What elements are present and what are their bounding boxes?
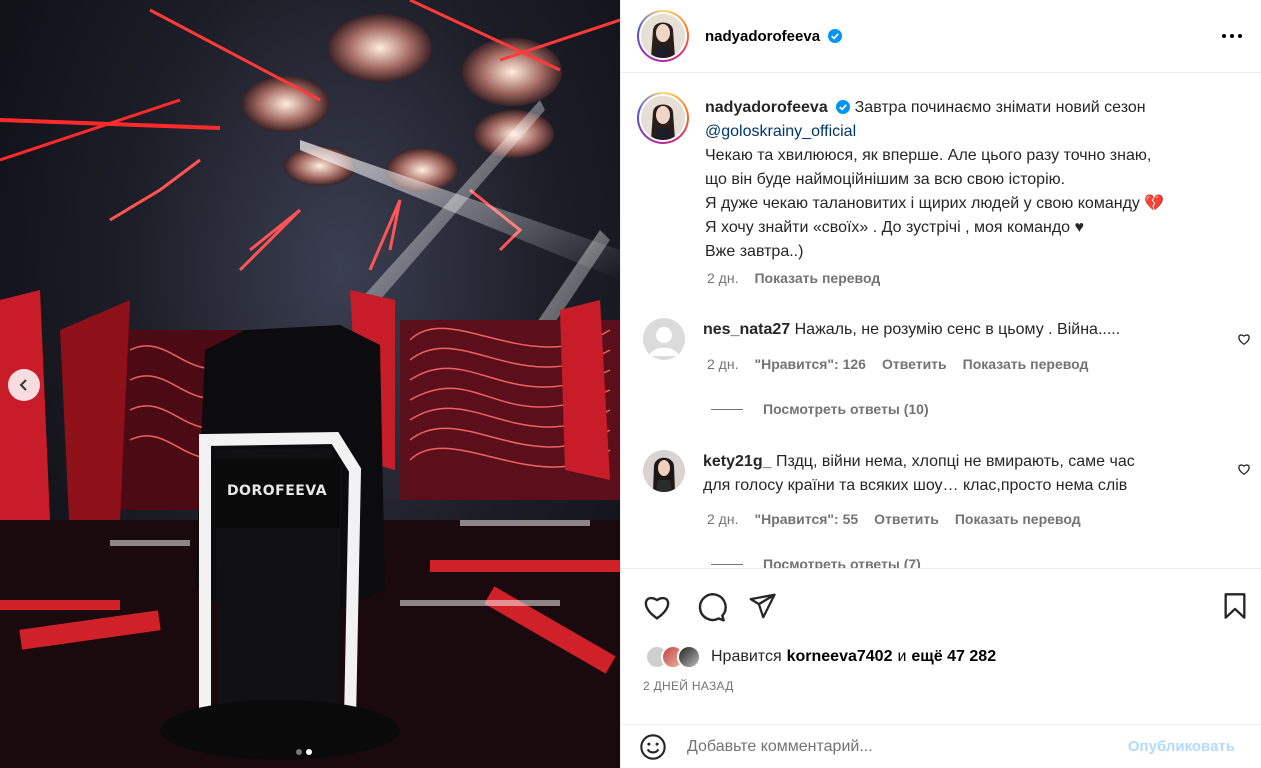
reply-button[interactable]: Ответить bbox=[874, 511, 939, 527]
default-avatar-icon bbox=[643, 318, 685, 360]
comment-bubble-icon[interactable] bbox=[695, 591, 727, 623]
previous-slide-button[interactable] bbox=[8, 369, 40, 401]
view-replies-button[interactable]: Посмотреть ответы (10) bbox=[711, 401, 929, 417]
comment-input[interactable] bbox=[687, 737, 1128, 756]
likes-and: и bbox=[897, 648, 907, 665]
likes-prefix: Нравится bbox=[711, 648, 782, 665]
comment-item: nes_nata27 Нажаль, не розумію сенс в цьо… bbox=[643, 318, 1120, 360]
comment-age[interactable]: 2 дн. bbox=[707, 356, 738, 372]
carousel-dot bbox=[296, 749, 302, 755]
caption-age[interactable]: 2 дн. bbox=[707, 270, 738, 286]
caption-translate-button[interactable]: Показать перевод bbox=[754, 270, 880, 286]
comment-item: kety21g_ Пздц, війни нема, хлопці не вми… bbox=[643, 450, 1135, 498]
caption-text: nadyadorofeeva Завтра починаємо знімати … bbox=[705, 96, 1245, 264]
liker-avatar bbox=[677, 645, 701, 669]
post-timestamp[interactable]: 2 ДНЕЙ НАЗАД bbox=[643, 679, 734, 693]
mention-link[interactable]: @goloskrainy_official bbox=[705, 123, 856, 140]
chevron-left-icon bbox=[19, 379, 27, 391]
caption: nadyadorofeeva Завтра починаємо знімати … bbox=[637, 92, 1245, 264]
save-bookmark-icon[interactable] bbox=[1221, 591, 1249, 621]
likes-summary[interactable]: Нравится korneeva7402 и ещё 47 282 bbox=[645, 645, 996, 669]
emoji-smiley-icon[interactable] bbox=[639, 733, 667, 761]
caption-line: Вже завтра..) bbox=[705, 243, 804, 260]
comment-text: nes_nata27 Нажаль, не розумію сенс в цьо… bbox=[703, 318, 1120, 360]
caption-line: Я хочу знайти «своїх» . До зустрічі , мо… bbox=[705, 219, 1085, 236]
comment-likes[interactable]: "Нравится": 55 bbox=[754, 511, 858, 527]
view-replies-label: Посмотреть ответы (7) bbox=[763, 556, 921, 568]
comment-body: Нажаль, не розумію сенс в цьому . Війна.… bbox=[794, 321, 1121, 338]
stage-photo bbox=[0, 0, 620, 768]
post-header: nadyadorofeeva bbox=[621, 0, 1261, 73]
author-username[interactable]: nadyadorofeeva bbox=[705, 28, 843, 45]
comment-text: kety21g_ Пздц, війни нема, хлопці не вми… bbox=[703, 450, 1135, 498]
comment-username[interactable]: kety21g_ bbox=[703, 453, 772, 470]
post-sidebar: nadyadorofeeva nadyadorofeeva Завтра поч… bbox=[620, 0, 1261, 768]
reply-button[interactable]: Ответить bbox=[882, 356, 947, 372]
caption-line: Завтра починаємо знімати новий сезон bbox=[854, 99, 1146, 116]
post-dialog: DOROFEEVA nadyadorofeeva nadyadorofeeva … bbox=[0, 0, 1261, 768]
verified-badge-icon bbox=[828, 28, 843, 43]
post-media[interactable]: DOROFEEVA bbox=[0, 0, 620, 768]
carousel-indicator bbox=[296, 749, 312, 755]
like-heart-icon[interactable] bbox=[641, 591, 673, 623]
translate-button[interactable]: Показать перевод bbox=[963, 356, 1089, 372]
avatar-photo bbox=[641, 96, 685, 140]
comment-body: Пздц, війни нема, хлопці не вмирають, са… bbox=[775, 453, 1135, 470]
caption-line: що він буде наймоційнішим за всю свою іс… bbox=[705, 171, 1066, 188]
comment-meta: 2 дн. "Нравится": 126 Ответить Показать … bbox=[707, 356, 1088, 372]
replies-divider bbox=[711, 408, 743, 410]
ellipsis-icon bbox=[1222, 34, 1242, 38]
liker-username[interactable]: korneeva7402 bbox=[787, 648, 893, 666]
caption-username[interactable]: nadyadorofeeva bbox=[705, 99, 828, 116]
avatar-photo bbox=[641, 14, 685, 58]
caption-author-avatar[interactable] bbox=[637, 92, 689, 144]
verified-badge-icon bbox=[836, 100, 851, 114]
comments-list[interactable]: nadyadorofeeva Завтра починаємо знімати … bbox=[621, 74, 1261, 568]
caption-line: Я дуже чекаю талановитих і щирих людей у… bbox=[705, 195, 1140, 212]
like-comment-heart-icon[interactable] bbox=[1237, 332, 1251, 346]
comment-avatar[interactable] bbox=[643, 318, 685, 360]
view-replies-button[interactable]: Посмотреть ответы (7) bbox=[711, 556, 921, 568]
more-options-button[interactable] bbox=[1221, 22, 1243, 45]
publish-button[interactable]: Опубликовать bbox=[1128, 738, 1235, 755]
avatar-photo bbox=[643, 450, 685, 492]
comment-likes[interactable]: "Нравится": 126 bbox=[754, 356, 865, 372]
author-avatar[interactable] bbox=[637, 10, 689, 62]
comment-age[interactable]: 2 дн. bbox=[707, 511, 738, 527]
broken-heart-emoji: 💔 bbox=[1144, 195, 1165, 212]
likes-count[interactable]: ещё 47 282 bbox=[911, 648, 996, 666]
comment-body: для голосу країни та всяких шоу… клас,пр… bbox=[703, 477, 1128, 494]
chair-name-text: DOROFEEVA bbox=[226, 483, 328, 499]
add-comment-bar: Опубликовать bbox=[621, 724, 1261, 768]
carousel-dot-active bbox=[306, 749, 312, 755]
replies-divider bbox=[711, 563, 743, 565]
caption-line: Чекаю та хвилююся, як вперше. Але цього … bbox=[705, 147, 1152, 164]
view-replies-label: Посмотреть ответы (10) bbox=[763, 401, 929, 417]
share-paper-plane-icon[interactable] bbox=[747, 591, 777, 621]
like-comment-heart-icon[interactable] bbox=[1237, 462, 1251, 476]
comment-avatar[interactable] bbox=[643, 450, 685, 492]
comment-meta: 2 дн. "Нравится": 55 Ответить Показать п… bbox=[707, 511, 1081, 527]
caption-meta: 2 дн. Показать перевод bbox=[707, 270, 880, 286]
comment-username[interactable]: nes_nata27 bbox=[703, 321, 790, 338]
translate-button[interactable]: Показать перевод bbox=[955, 511, 1081, 527]
post-actions: Нравится korneeva7402 и ещё 47 282 2 ДНЕ… bbox=[621, 568, 1261, 724]
